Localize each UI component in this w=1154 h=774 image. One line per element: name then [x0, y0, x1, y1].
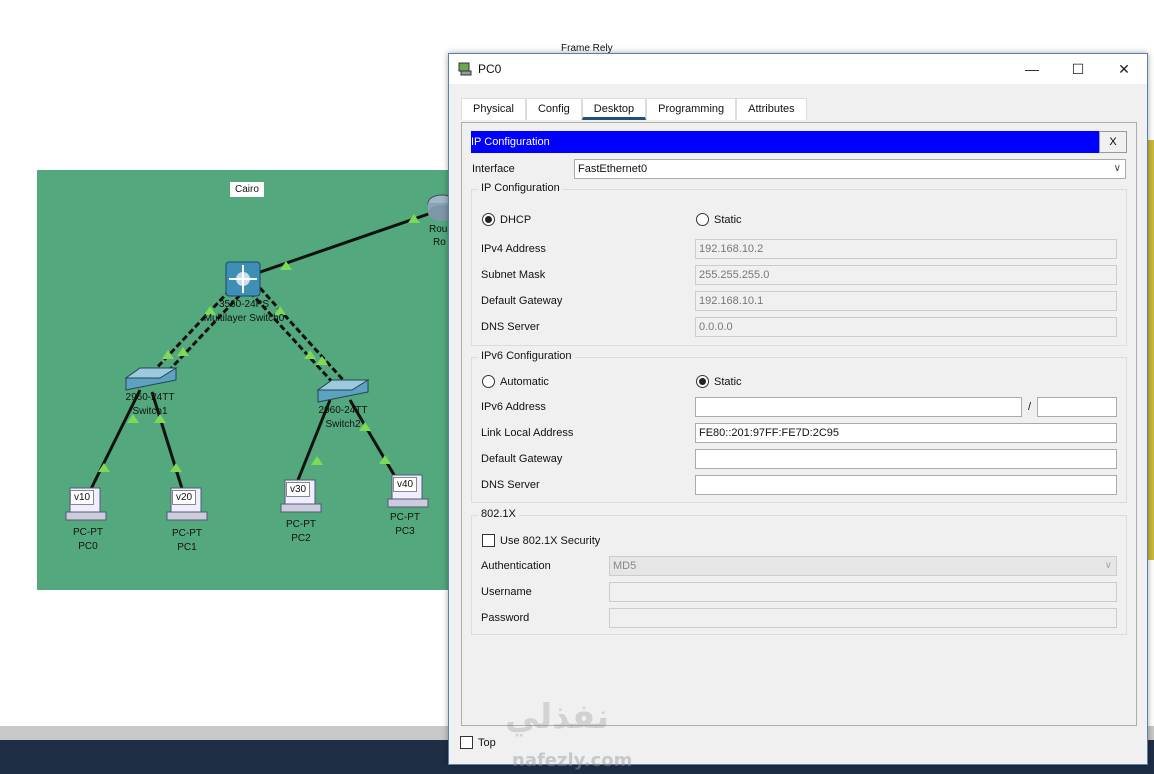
desktop-panel: IP Configuration X Interface FastEtherne…	[461, 122, 1137, 726]
chevron-down-icon: ∨	[1104, 560, 1112, 571]
switch2-model-label: 2960-24TT	[318, 405, 368, 416]
watermark-logo: نفذلي	[505, 697, 610, 737]
maximize-icon: ☐	[1071, 61, 1085, 77]
pc2-type-label: PC-PT	[286, 519, 316, 530]
dhcp-label: DHCP	[500, 214, 532, 226]
ip-config-header: IP Configuration X	[471, 131, 1127, 153]
authentication-value: MD5	[613, 560, 637, 572]
switch1-model-label: 2960-24TT	[125, 392, 175, 403]
interface-value: FastEthernet0	[578, 163, 648, 175]
static-ipv4-radio[interactable]	[696, 213, 709, 226]
use-8021x-label: Use 802.1X Security	[500, 535, 601, 547]
ipv4-dns-label: DNS Server	[481, 321, 540, 333]
link-local-field[interactable]: FE80::201:97FF:FE7D:2C95	[695, 423, 1117, 443]
ipv4-gateway-label: Default Gateway	[481, 295, 563, 307]
subnet-mask-label: Subnet Mask	[481, 269, 546, 281]
ipv6-prefix-separator: /	[1028, 401, 1032, 413]
ipv6-address-field[interactable]	[695, 397, 1022, 417]
vlan-tag-pc0: v10	[70, 490, 95, 505]
ipv6-prefix-field[interactable]	[1037, 397, 1117, 417]
ipv6-gateway-field[interactable]	[695, 449, 1117, 469]
top-checkbox[interactable]	[460, 736, 473, 749]
static-ipv4-label: Static	[714, 214, 742, 226]
authentication-label: Authentication	[481, 560, 551, 572]
switch1-icon	[124, 367, 178, 391]
pc0-type-label: PC-PT	[73, 527, 103, 538]
username-label: Username	[481, 586, 532, 598]
close-button[interactable]: ✕	[1101, 54, 1147, 84]
window-title: PC0	[478, 62, 502, 76]
multilayer-switch-icon	[225, 261, 261, 297]
password-field[interactable]	[609, 608, 1117, 628]
router-label: Rou	[429, 224, 448, 235]
ipv6-config-group: IPv6 Configuration Automatic Static IPv6…	[471, 350, 1127, 503]
subnet-mask-field[interactable]: 255.255.255.0	[695, 265, 1117, 285]
ipv4-group-title: IP Configuration	[478, 182, 563, 194]
ipv6-static-label: Static	[714, 376, 742, 388]
vlan-tag-pc3: v40	[393, 477, 418, 492]
interface-select[interactable]: FastEthernet0 ∨	[574, 159, 1126, 179]
ipv6-automatic-label: Automatic	[500, 376, 549, 388]
dot1x-group: 802.1X Use 802.1X Security Authenticatio…	[471, 508, 1127, 635]
tab-programming[interactable]: Programming	[646, 98, 737, 120]
pc-window-icon	[458, 62, 472, 76]
ipv4-config-group: IP Configuration DHCP Static IPv4 Addres…	[471, 182, 1127, 346]
pc3-name-label: PC3	[395, 526, 415, 537]
ip-config-close-button[interactable]: X	[1099, 131, 1127, 153]
top-label: Top	[478, 737, 496, 749]
dot1x-group-title: 802.1X	[478, 508, 519, 520]
tab-physical[interactable]: Physical	[461, 98, 526, 120]
chevron-down-icon: ∨	[1113, 163, 1121, 174]
pc0-name-label: PC0	[78, 541, 98, 552]
link-status-markers	[98, 214, 420, 472]
device-tabs: Physical Config Desktop Programming Attr…	[461, 98, 807, 120]
mls-model-label: 3560-24PS	[218, 299, 270, 310]
tab-attributes[interactable]: Attributes	[736, 98, 807, 120]
ipv6-dns-label: DNS Server	[481, 479, 540, 491]
ipv4-gateway-field[interactable]: 192.168.10.1	[695, 291, 1117, 311]
pc3-type-label: PC-PT	[390, 512, 420, 523]
authentication-select[interactable]: MD5 ∨	[609, 556, 1117, 576]
tab-desktop[interactable]: Desktop	[581, 98, 647, 120]
pc0-window: PC0 — ☐ ✕ Physical Config Desktop Progra…	[448, 53, 1148, 765]
vlan-tag-pc2: v30	[286, 482, 311, 497]
close-icon: ✕	[1118, 61, 1130, 77]
password-label: Password	[481, 612, 530, 624]
ipv4-dns-field[interactable]: 0.0.0.0	[695, 317, 1117, 337]
adjacent-cluster-edge	[1148, 140, 1154, 560]
minimize-button[interactable]: —	[1009, 54, 1055, 84]
username-field[interactable]	[609, 582, 1117, 602]
pc1-name-label: PC1	[177, 542, 197, 553]
watermark-url: nafezly.com	[512, 750, 633, 771]
ipv6-gateway-label: Default Gateway	[481, 453, 563, 465]
maximize-button[interactable]: ☐	[1055, 54, 1101, 84]
minimize-icon: —	[1025, 61, 1039, 77]
ipv6-group-title: IPv6 Configuration	[478, 350, 575, 362]
dhcp-radio[interactable]	[482, 213, 495, 226]
ipv4-address-field[interactable]: 192.168.10.2	[695, 239, 1117, 259]
tab-config[interactable]: Config	[525, 98, 582, 120]
switch2-name-label: Switch2	[325, 419, 361, 430]
pc1-type-label: PC-PT	[172, 528, 202, 539]
ipv6-static-radio[interactable]	[696, 375, 709, 388]
window-titlebar[interactable]: PC0 — ☐ ✕	[449, 54, 1147, 84]
interface-label: Interface	[472, 163, 515, 175]
switch1-name-label: Switch1	[132, 406, 168, 417]
switch2-icon	[316, 379, 370, 403]
pc2-name-label: PC2	[291, 533, 311, 544]
mls-name-label: Multilayer Switch0	[203, 313, 285, 324]
ipv6-address-label: IPv6 Address	[481, 401, 546, 413]
ip-config-title: IP Configuration	[471, 136, 550, 148]
vlan-tag-pc1: v20	[172, 490, 197, 505]
ipv6-dns-field[interactable]	[695, 475, 1117, 495]
router-label-2: Ro	[433, 237, 446, 248]
link-local-label: Link Local Address	[481, 427, 574, 439]
use-8021x-checkbox[interactable]	[482, 534, 495, 547]
ipv4-address-label: IPv4 Address	[481, 243, 546, 255]
ipv6-automatic-radio[interactable]	[482, 375, 495, 388]
